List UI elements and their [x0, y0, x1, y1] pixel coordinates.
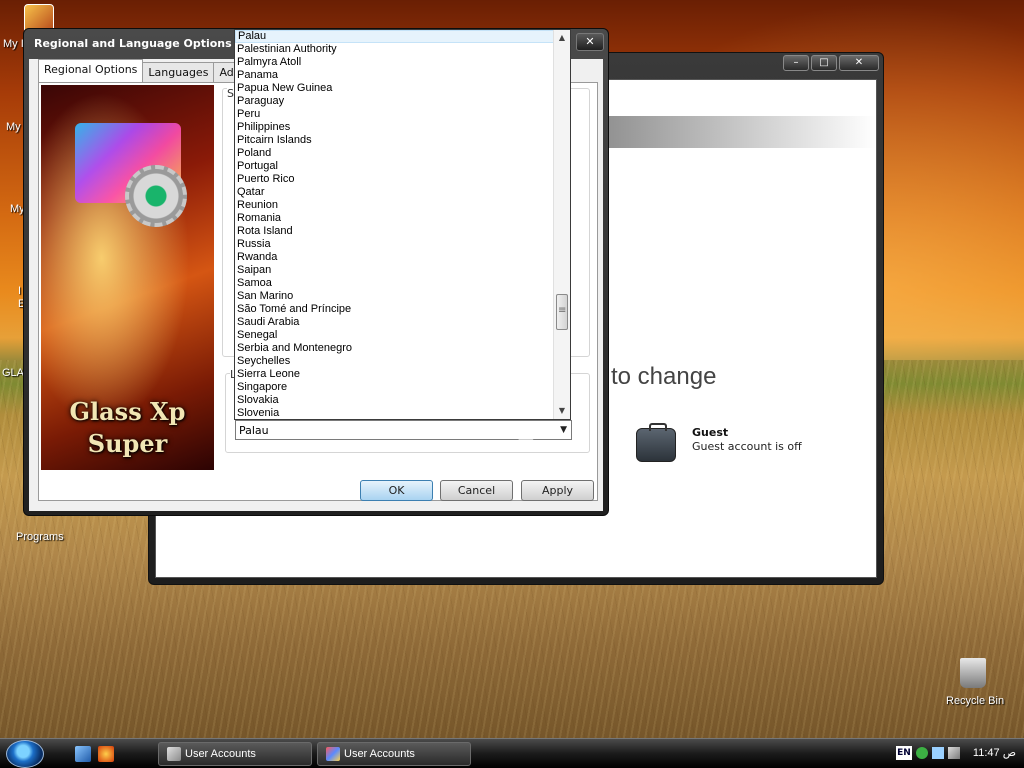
list-item[interactable]: Romania: [235, 212, 554, 225]
list-item[interactable]: Paraguay: [235, 95, 554, 108]
minimize-button[interactable]: –: [783, 55, 809, 71]
list-item[interactable]: Saudi Arabia: [235, 316, 554, 329]
taskbar-button-user-accounts[interactable]: User Accounts: [317, 742, 471, 766]
desktop-icon-label[interactable]: Programs: [16, 531, 64, 543]
chevron-down-icon[interactable]: ▼: [560, 425, 567, 435]
desktop-icon-label[interactable]: Recycle Bin: [946, 695, 1004, 707]
list-item[interactable]: Serbia and Montenegro: [235, 342, 554, 355]
cancel-button[interactable]: Cancel: [440, 480, 513, 501]
list-item[interactable]: Slovakia: [235, 394, 554, 407]
regional-options-icon: [326, 747, 340, 761]
list-item[interactable]: Palau: [235, 30, 554, 43]
list-item[interactable]: Peru: [235, 108, 554, 121]
desktop-icon-label[interactable]: GLA: [2, 367, 24, 379]
gear-icon: [125, 165, 187, 227]
scroll-down-arrow-icon[interactable]: ▼: [554, 403, 570, 419]
glass-xp-splash-image: Glass Xp Super: [41, 85, 214, 470]
account-name: Guest: [692, 426, 729, 439]
list-item[interactable]: Portugal: [235, 160, 554, 173]
desktop-icon-label[interactable]: My I: [3, 38, 24, 50]
recycle-bin-icon[interactable]: [960, 658, 986, 688]
list-item[interactable]: Rwanda: [235, 251, 554, 264]
scroll-thumb[interactable]: [556, 294, 568, 330]
list-item[interactable]: Pitcairn Islands: [235, 134, 554, 147]
list-item[interactable]: Puerto Rico: [235, 173, 554, 186]
network-icon[interactable]: [932, 747, 944, 759]
security-check-icon[interactable]: [916, 747, 928, 759]
show-desktop-icon[interactable]: [75, 746, 91, 762]
list-item[interactable]: Senegal: [235, 329, 554, 342]
list-item[interactable]: Singapore: [235, 381, 554, 394]
list-item[interactable]: Poland: [235, 147, 554, 160]
list-item[interactable]: Palestinian Authority: [235, 43, 554, 56]
list-item[interactable]: Panama: [235, 69, 554, 82]
dialog-title: Regional and Language Options: [34, 37, 232, 50]
scroll-up-arrow-icon[interactable]: ▲: [554, 30, 570, 46]
start-button[interactable]: [6, 740, 44, 768]
desktop-icon-label[interactable]: I: [18, 285, 21, 297]
list-item[interactable]: Seychelles: [235, 355, 554, 368]
account-status: Guest account is off: [692, 440, 802, 453]
language-indicator[interactable]: EN: [896, 746, 912, 760]
list-item[interactable]: Samoa: [235, 277, 554, 290]
window-caption-buttons: – □ ✕: [783, 55, 879, 71]
ok-button[interactable]: OK: [360, 480, 433, 501]
dropdown-scrollbar[interactable]: ▲ ▼: [553, 30, 570, 419]
user-accounts-icon: [167, 747, 181, 761]
location-dropdown-list[interactable]: Palau Palestinian Authority Palmyra Atol…: [234, 29, 571, 420]
list-item[interactable]: San Marino: [235, 290, 554, 303]
brand-text-line2: Super: [87, 429, 168, 458]
close-icon[interactable]: ✕: [576, 33, 604, 51]
maximize-button[interactable]: □: [811, 55, 837, 71]
volume-icon[interactable]: [948, 747, 960, 759]
list-item[interactable]: Sierra Leone: [235, 368, 554, 381]
list-item[interactable]: Palmyra Atoll: [235, 56, 554, 69]
list-item[interactable]: Qatar: [235, 186, 554, 199]
brand-text-line1: Glass Xp: [69, 397, 186, 426]
taskbar-button-user-accounts[interactable]: User Accounts: [158, 742, 312, 766]
taskbar-button-label: User Accounts: [344, 748, 415, 760]
list-item[interactable]: Reunion: [235, 199, 554, 212]
close-button[interactable]: ✕: [839, 55, 879, 71]
apply-button[interactable]: Apply: [521, 480, 594, 501]
list-item[interactable]: Papua New Guinea: [235, 82, 554, 95]
combobox-value: Palau: [239, 424, 269, 437]
dropdown-items: Palau Palestinian Authority Palmyra Atol…: [235, 30, 554, 419]
list-item[interactable]: Russia: [235, 238, 554, 251]
group-label: S: [227, 87, 234, 100]
tab-regional-options[interactable]: Regional Options: [38, 59, 144, 82]
list-item[interactable]: Rota Island: [235, 225, 554, 238]
clock[interactable]: 11:47 ص: [973, 746, 1016, 759]
list-item[interactable]: Saipan: [235, 264, 554, 277]
guest-account-tile[interactable]: Guest Guest account is off: [636, 423, 836, 476]
taskbar-button-label: User Accounts: [185, 748, 256, 760]
system-tray: EN 11:47 ص: [894, 739, 1024, 768]
list-item[interactable]: Slovenia: [235, 407, 554, 419]
list-item[interactable]: Philippines: [235, 121, 554, 134]
tab-languages[interactable]: Languages: [142, 62, 215, 82]
desktop-icon-label[interactable]: My: [6, 121, 21, 133]
browser-icon[interactable]: [98, 746, 114, 762]
page-heading: to change: [611, 363, 717, 390]
list-item[interactable]: São Tomé and Príncipe: [235, 303, 554, 316]
tab-strip: Regional Options Languages Advanced: [38, 59, 252, 82]
suitcase-icon: [636, 423, 676, 462]
taskbar: User Accounts User Accounts EN 11:47 ص: [0, 738, 1024, 768]
